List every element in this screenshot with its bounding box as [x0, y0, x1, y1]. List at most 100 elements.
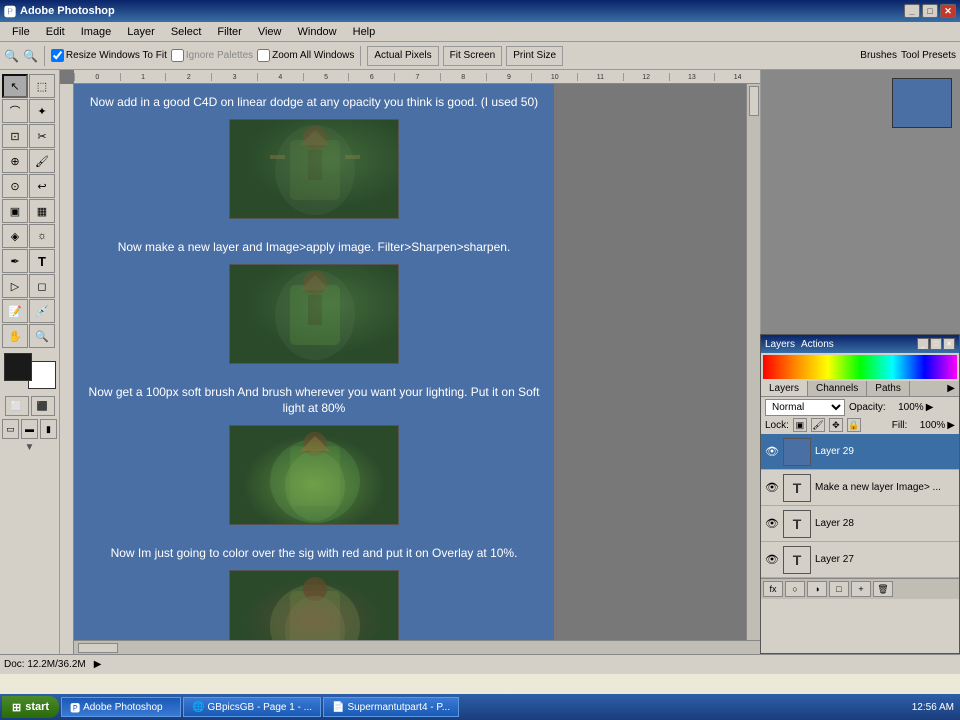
start-button[interactable]: ⊞ start — [2, 696, 59, 718]
move-tool[interactable]: ↖ — [2, 74, 28, 98]
lock-pixels-btn[interactable]: 🖌 — [811, 418, 825, 432]
resize-windows-input[interactable] — [51, 49, 64, 62]
layer-delete-btn[interactable]: 🗑 — [873, 581, 893, 597]
layer-group-btn[interactable]: □ — [829, 581, 849, 597]
fill-arrow[interactable]: ▶ — [947, 420, 955, 431]
gradient-tool[interactable]: ▦ — [29, 199, 55, 223]
zoom-tool[interactable]: 🔍 — [29, 324, 55, 348]
arrow-indicator[interactable]: ▶ — [94, 659, 102, 670]
actual-pixels-button[interactable]: Actual Pixels — [367, 46, 438, 66]
canvas-horizontal-scrollbar[interactable] — [74, 640, 760, 654]
ignore-palettes-checkbox[interactable]: Ignore Palettes — [171, 49, 253, 62]
ps-icon: 🅿 — [70, 700, 80, 715]
close-button[interactable]: ✕ — [940, 4, 956, 18]
tutorial-step-4: Now Im just going to color over the sig … — [84, 545, 544, 640]
standard-mode[interactable]: ⬛ — [31, 396, 55, 416]
menu-edit[interactable]: Edit — [38, 24, 73, 40]
layer-adjust-btn[interactable]: ◑ — [807, 581, 827, 597]
tool-row-5: ⊙ ↩ — [2, 174, 57, 198]
layer-thumb-27: T — [783, 546, 811, 574]
menu-layer[interactable]: Layer — [119, 24, 163, 40]
layer-item-27[interactable]: 👁 T Layer 27 — [761, 542, 959, 578]
eraser-tool[interactable]: ▣ — [2, 199, 28, 223]
layer-item-29[interactable]: 👁 Layer 29 — [761, 434, 959, 470]
layer-style-btn[interactable]: fx — [763, 581, 783, 597]
taskbar-doc[interactable]: 📄 Supermantutpart4 - P... — [323, 697, 459, 717]
layer-eye-29[interactable]: 👁 — [765, 445, 779, 458]
screen-mode-btn1[interactable]: ▭ — [2, 419, 19, 439]
ruler-mark: 1 — [120, 73, 166, 81]
layer-item-text1[interactable]: 👁 T Make a new layer Image> ... — [761, 470, 959, 506]
menu-window[interactable]: Window — [290, 24, 345, 40]
layer-eye-27[interactable]: 👁 — [765, 553, 779, 566]
screen-mode-btn3[interactable]: ▮ — [40, 419, 57, 439]
layers-minimize-btn[interactable]: _ — [917, 338, 929, 350]
canvas-area[interactable]: 0 1 2 3 4 5 6 7 8 9 10 11 12 13 14 — [60, 70, 760, 654]
zoom-all-checkbox[interactable]: Zoom All Windows — [257, 49, 354, 62]
quick-mask-mode[interactable]: ⬜ — [5, 396, 29, 416]
menu-view[interactable]: View — [250, 24, 290, 40]
blend-mode-select[interactable]: Normal — [765, 399, 845, 416]
layer-eye-28[interactable]: 👁 — [765, 517, 779, 530]
text-tool[interactable]: T — [29, 249, 55, 273]
step2-text: Now make a new layer and Image>apply ima… — [84, 239, 544, 256]
menu-image[interactable]: Image — [73, 24, 120, 40]
layer-new-btn[interactable]: + — [851, 581, 871, 597]
taskbar-browser[interactable]: 🌐 GBpicsGB - Page 1 - ... — [183, 697, 321, 717]
history-brush[interactable]: ↩ — [29, 174, 55, 198]
layer-mask-btn[interactable]: ○ — [785, 581, 805, 597]
lock-transparent-btn[interactable]: ▣ — [793, 418, 807, 432]
fit-screen-button[interactable]: Fit Screen — [443, 46, 503, 66]
lock-move-btn[interactable]: ✥ — [829, 418, 843, 432]
scrollbar-thumb-v[interactable] — [749, 86, 759, 116]
shape-tool[interactable]: ◻ — [29, 274, 55, 298]
clone-tool[interactable]: ⊙ — [2, 174, 28, 198]
layers-menu-btn[interactable]: ▶ — [943, 381, 959, 396]
foreground-color-swatch[interactable] — [4, 353, 32, 381]
history-tab[interactable]: Layers — [765, 339, 795, 350]
document-canvas[interactable]: Now add in a good C4D on linear dodge at… — [74, 84, 554, 640]
actions-tab[interactable]: Actions — [801, 339, 834, 350]
brush-tool[interactable]: 🖌 — [29, 149, 55, 173]
notes-tool[interactable]: 📝 — [2, 299, 28, 323]
blur-tool[interactable]: ◈ — [2, 224, 28, 248]
layer-item-28[interactable]: 👁 T Layer 28 — [761, 506, 959, 542]
layers-expand-btn[interactable]: □ — [930, 338, 942, 350]
taskbar-photoshop[interactable]: 🅿 Adobe Photoshop — [61, 697, 181, 717]
scrollbar-thumb-h[interactable] — [78, 643, 118, 653]
resize-windows-checkbox[interactable]: Resize Windows To Fit — [51, 49, 167, 62]
eyedrop-tool[interactable]: 💉 — [29, 299, 55, 323]
crop-tool[interactable]: ⊡ — [2, 124, 28, 148]
lock-all-btn[interactable]: 🔒 — [847, 418, 861, 432]
path-select[interactable]: ▷ — [2, 274, 28, 298]
selection-tool[interactable]: ⬚ — [29, 74, 55, 98]
maximize-button[interactable]: □ — [922, 4, 938, 18]
zoom-all-input[interactable] — [257, 49, 270, 62]
canvas-vertical-scrollbar[interactable] — [746, 84, 760, 640]
scroll-indicator: ▼ — [2, 442, 57, 453]
menu-select[interactable]: Select — [163, 24, 210, 40]
hand-tool[interactable]: ✋ — [2, 324, 28, 348]
opacity-arrow[interactable]: ▶ — [926, 402, 934, 413]
paths-tab[interactable]: Paths — [867, 381, 910, 396]
layer-name-text1: Make a new layer Image> ... — [815, 482, 955, 493]
print-size-button[interactable]: Print Size — [506, 46, 563, 66]
slice-tool[interactable]: ✂ — [29, 124, 55, 148]
minimize-button[interactable]: _ — [904, 4, 920, 18]
layers-list[interactable]: 👁 Layer 29 👁 T Make a new layer Image> .… — [761, 434, 959, 578]
layers-tab[interactable]: Layers — [761, 381, 808, 396]
layers-close-btn[interactable]: ✕ — [943, 338, 955, 350]
channels-tab[interactable]: Channels — [808, 381, 867, 396]
layer-eye-text1[interactable]: 👁 — [765, 481, 779, 494]
menu-filter[interactable]: Filter — [209, 24, 249, 40]
lasso-tool[interactable]: ⌒ — [2, 99, 28, 123]
pen-tool[interactable]: ✒ — [2, 249, 28, 273]
background-color-swatch[interactable] — [28, 361, 56, 389]
dodge-tool[interactable]: ☼ — [29, 224, 55, 248]
menu-file[interactable]: File — [4, 24, 38, 40]
magic-wand-tool[interactable]: ✦ — [29, 99, 55, 123]
ignore-palettes-input[interactable] — [171, 49, 184, 62]
heal-tool[interactable]: ⊕ — [2, 149, 28, 173]
screen-mode-btn2[interactable]: ▬ — [21, 419, 38, 439]
menu-help[interactable]: Help — [345, 24, 384, 40]
